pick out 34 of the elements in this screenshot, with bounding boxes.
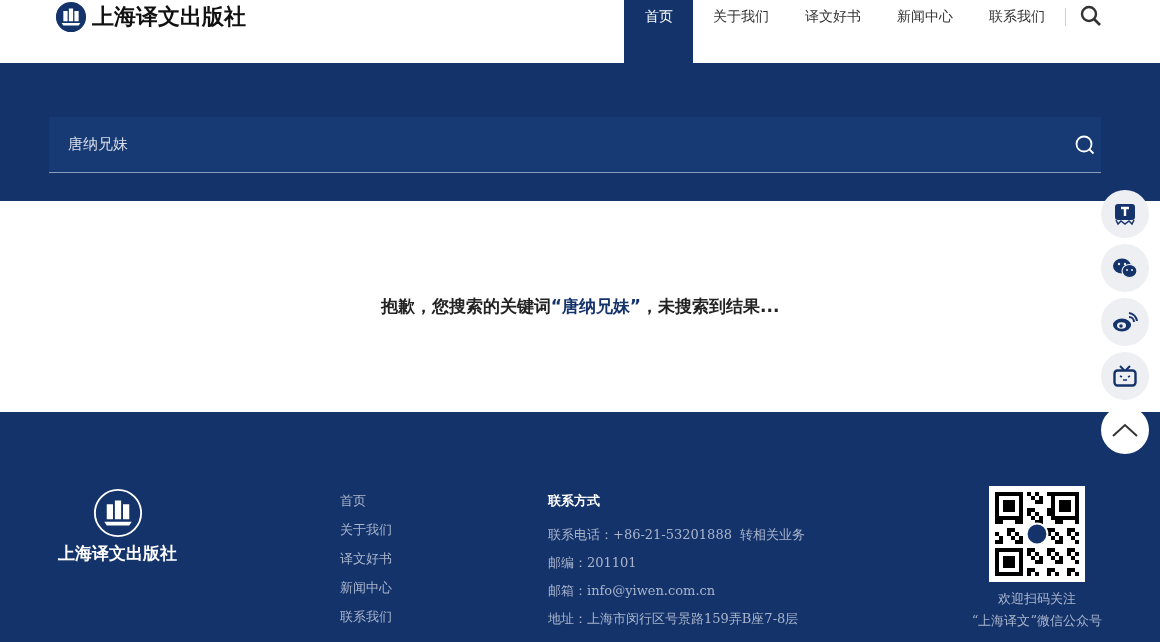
qr-caption: “上海译文”微信公众号	[971, 612, 1103, 630]
contact-line: 联系电话：+86-21-53201888 转相关业务	[548, 526, 807, 544]
t-badge-icon	[1113, 202, 1137, 226]
footer-link[interactable]: 译文好书	[340, 550, 548, 568]
search-button[interactable]	[1080, 5, 1102, 27]
tv-icon	[1112, 364, 1138, 388]
nav-tab[interactable]: 首页	[624, 0, 693, 63]
nav-tab[interactable]: 关于我们	[695, 0, 787, 63]
logo-text: 上海译文出版社	[92, 2, 246, 31]
social-button[interactable]	[1101, 298, 1149, 346]
contact-line: 地址：上海市闵行区号景路159弄B座7-8层	[548, 610, 800, 628]
chat-bubbles-icon	[1112, 257, 1138, 279]
search-icon[interactable]	[1075, 135, 1095, 155]
ship-logo-icon	[92, 488, 143, 538]
nav-tab[interactable]: 联系我们	[971, 0, 1063, 63]
contact-line: 邮编：201101	[548, 554, 638, 572]
contact-heading: 联系方式	[548, 492, 601, 510]
search-field[interactable]: 唐纳兄妹	[49, 117, 1101, 173]
footer-logo-text: 上海译文出版社	[58, 542, 177, 565]
footer-link[interactable]: 关于我们	[340, 521, 548, 539]
footer-link[interactable]: 新闻中心	[340, 579, 548, 597]
footer-link[interactable]: 首页	[340, 492, 548, 510]
chevron-up-icon	[1111, 422, 1139, 438]
social-button[interactable]	[1101, 190, 1149, 238]
footer-link[interactable]: 联系我们	[340, 608, 548, 626]
social-button[interactable]	[1101, 352, 1149, 400]
search-icon	[1080, 5, 1102, 27]
weibo-eye-icon	[1112, 311, 1138, 333]
no-results-message: 抱歉，您搜索的关键词“唐纳兄妹”，未搜索到结果...	[380, 295, 780, 318]
nav-tab[interactable]: 新闻中心	[879, 0, 971, 63]
contact-line: 邮箱：info@yiwen.com.cn	[548, 582, 717, 600]
nav-tab[interactable]: 译文好书	[787, 0, 879, 63]
social-button[interactable]	[1101, 244, 1149, 292]
qr-caption: 欢迎扫码关注	[998, 590, 1076, 608]
